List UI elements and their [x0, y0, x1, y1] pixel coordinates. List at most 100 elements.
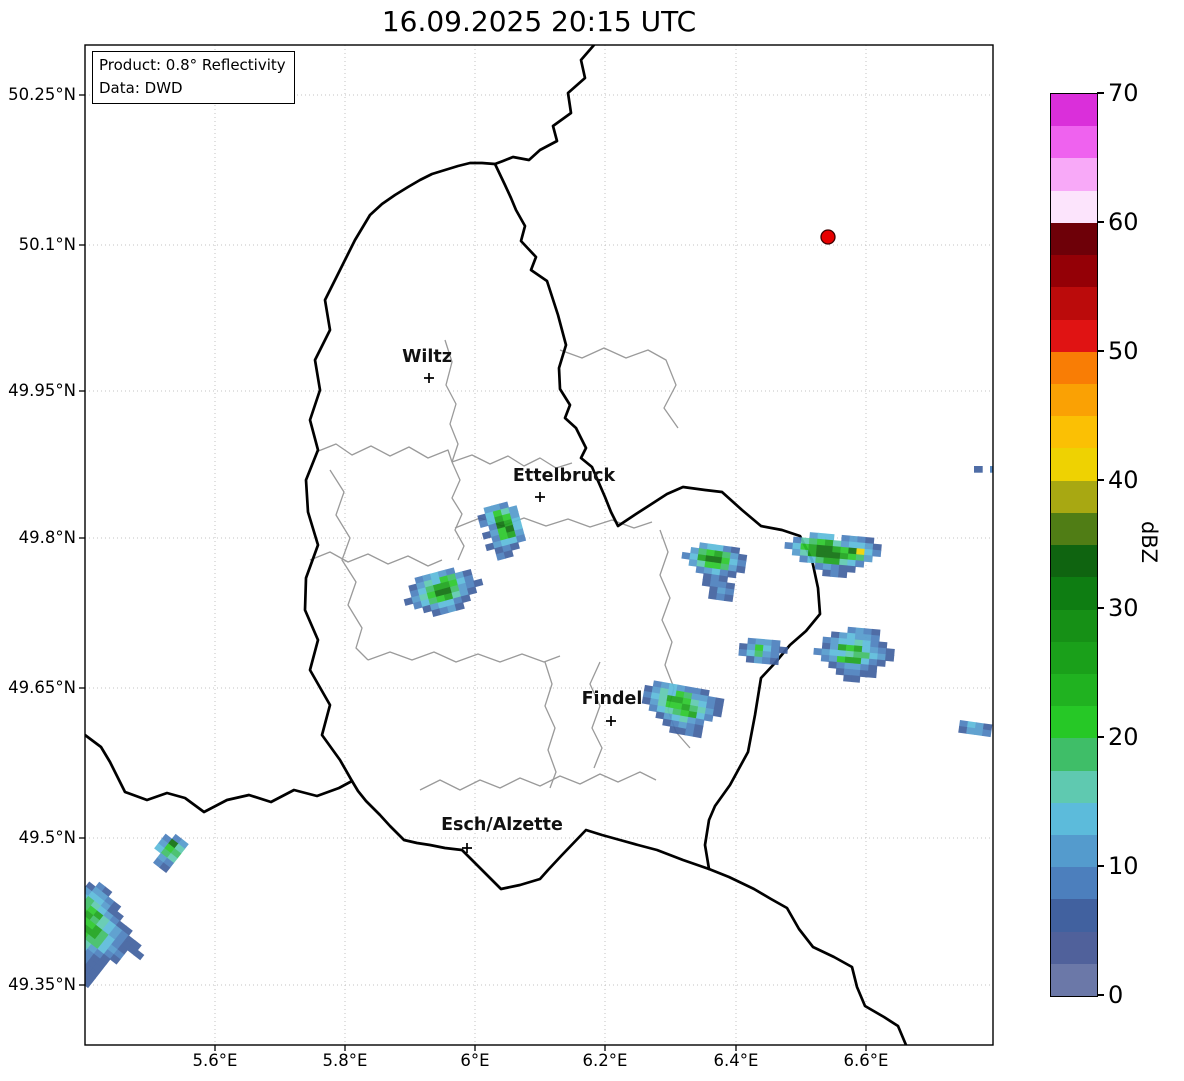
radar-cell [54, 895, 65, 906]
city-label: Wiltz [402, 347, 452, 367]
radar-cell [867, 670, 877, 679]
radar-cell [73, 948, 84, 959]
x-tick-label: 6°E [460, 1051, 490, 1070]
country-border [303, 161, 822, 891]
radar-echo-cluster [641, 680, 725, 739]
radar-cell [863, 554, 873, 563]
radar-cell [784, 541, 794, 550]
radar-figure: 16.09.2025 20:15 UTC Wiltz Ettelbruck Find… [0, 0, 1184, 1081]
colorbar-segment [1051, 609, 1097, 642]
district-border [315, 443, 453, 463]
city-marker [535, 492, 545, 502]
colorbar-tick [1097, 607, 1104, 609]
colorbar-tick [1097, 736, 1104, 738]
radar-cell [64, 934, 75, 945]
radar-cell [846, 565, 856, 573]
radar-cell [72, 963, 83, 974]
radar-cell [727, 570, 737, 579]
radar-cell [68, 929, 79, 940]
axis-ticks [79, 94, 867, 1051]
radar-cell [843, 674, 853, 683]
radar-cell [738, 648, 748, 657]
colorbar-segment [1051, 706, 1097, 739]
radar-cell [872, 549, 882, 558]
radar-cell [60, 900, 71, 911]
y-tick-label: 50.1°N [18, 235, 76, 254]
colorbar-segment [1051, 835, 1097, 868]
radar-cell [838, 570, 848, 579]
radar-cell [51, 886, 62, 897]
country-border [493, 45, 596, 166]
radar-cell [761, 657, 772, 665]
radar-cell [70, 953, 81, 964]
country-border [85, 733, 354, 814]
x-tick-label: 6.6°E [843, 1051, 889, 1070]
radar-cell [855, 560, 865, 568]
colorbar-tick-label: 30 [1108, 594, 1139, 622]
radar-cell [68, 891, 79, 902]
radar-echo-cluster [738, 637, 788, 666]
radar-cell [61, 939, 72, 950]
radar-cell [85, 934, 86, 945]
x-tick-label: 5.8°E [322, 1051, 368, 1070]
radar-cell [998, 466, 1007, 473]
radar-cell [753, 656, 764, 664]
colorbar-segment [1051, 383, 1097, 417]
district-border [329, 469, 369, 661]
city-marker [606, 716, 616, 726]
y-tick-label: 49.65°N [8, 678, 76, 697]
colorbar-tick-label: 60 [1108, 208, 1139, 236]
colorbar-tick [1097, 994, 1104, 996]
city-label: Esch/Alzette [441, 815, 563, 835]
district-border [419, 771, 657, 791]
radar-cell [769, 657, 779, 666]
radar-cell [46, 958, 57, 969]
y-tick-label: 49.5°N [18, 828, 76, 847]
radar-cell [814, 562, 824, 571]
radar-cell [813, 647, 823, 656]
radar-cell [736, 565, 746, 574]
radar-cell [807, 556, 817, 564]
radar-cell [50, 900, 61, 911]
radar-cell [67, 944, 78, 955]
radar-echo-cluster [784, 532, 882, 579]
radar-echo-cluster [974, 466, 1007, 473]
colorbar-tick [1097, 865, 1104, 867]
radar-cell [63, 910, 74, 921]
colorbar-segment [1051, 963, 1097, 997]
radar-cell [830, 570, 840, 578]
colorbar-segment [1051, 770, 1097, 803]
colorbar-unit-label: dBZ [1137, 520, 1162, 564]
radar-cell [66, 958, 77, 969]
radar-cell [63, 948, 74, 959]
colorbar-segment [1051, 899, 1097, 932]
radar-cell [53, 910, 64, 921]
colorbar-tick [1097, 221, 1104, 223]
colorbar-segment [1051, 94, 1097, 127]
radar-cell [851, 675, 861, 683]
radar-cell [66, 920, 77, 931]
radar-cell [57, 905, 68, 916]
colorbar-segment [1051, 190, 1097, 223]
radar-cell [52, 962, 63, 973]
radar-cell [61, 886, 72, 897]
colorbar-segment [1051, 287, 1097, 320]
radar-cell [74, 896, 85, 907]
radar-cell [885, 654, 895, 662]
radar-echo-cluster [958, 720, 993, 738]
colorbar-segment [1051, 448, 1097, 481]
city-marker [424, 373, 434, 383]
colorbar-segment [1051, 931, 1097, 964]
radar-echo-cluster [681, 542, 748, 603]
radar-cell [71, 886, 82, 897]
radar-cell [990, 466, 993, 473]
radar-cell [835, 667, 845, 676]
radar-cell [799, 555, 809, 563]
colorbar-segment [1051, 416, 1097, 449]
district-borders [309, 339, 691, 791]
data-source-line: Data: DWD [99, 78, 183, 97]
x-tick-label: 6.4°E [713, 1051, 759, 1070]
colorbar-tick-label: 0 [1108, 981, 1124, 1009]
colorbar-tick [1097, 92, 1104, 94]
radar-cell [69, 915, 80, 926]
